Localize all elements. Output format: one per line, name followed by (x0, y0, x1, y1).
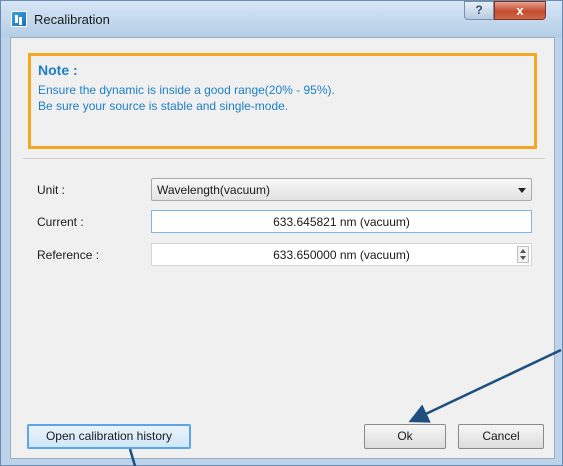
unit-select[interactable]: Wavelength(vacuum) (151, 178, 532, 201)
title-bar[interactable]: Recalibration ? x (1, 1, 562, 37)
open-calibration-history-button[interactable]: Open calibration history (27, 424, 191, 449)
reference-value: 633.650000 nm (vacuum) (273, 248, 410, 262)
ok-button[interactable]: Ok (364, 424, 446, 449)
note-title: Note : (38, 62, 78, 78)
window-title: Recalibration (34, 12, 110, 27)
note-line: Ensure the dynamic is inside a good rang… (38, 83, 335, 97)
dialog-body: Note : Ensure the dynamic is inside a go… (10, 37, 555, 459)
note-box: Note : Ensure the dynamic is inside a go… (28, 53, 537, 149)
cancel-button[interactable]: Cancel (458, 424, 544, 449)
current-field[interactable]: 633.645821 nm (vacuum) (151, 210, 532, 233)
close-button[interactable]: x (494, 1, 546, 20)
unit-label: Unit : (37, 183, 66, 197)
unit-select-value: Wavelength(vacuum) (157, 183, 270, 197)
recalibration-dialog: Recalibration ? x Note : Ensure the dyna… (0, 0, 563, 466)
help-button[interactable]: ? (464, 1, 494, 20)
current-label: Current : (37, 215, 84, 229)
chevron-down-icon (518, 188, 526, 193)
reference-spinner[interactable] (517, 246, 529, 263)
spin-down-icon[interactable] (520, 256, 526, 260)
note-line: Be sure your source is stable and single… (38, 99, 289, 113)
divider (23, 158, 545, 159)
app-icon (11, 11, 27, 27)
spin-up-icon[interactable] (520, 249, 526, 253)
reference-label: Reference : (37, 248, 100, 262)
reference-field[interactable]: 633.650000 nm (vacuum) (151, 243, 532, 266)
current-value: 633.645821 nm (vacuum) (273, 215, 410, 229)
